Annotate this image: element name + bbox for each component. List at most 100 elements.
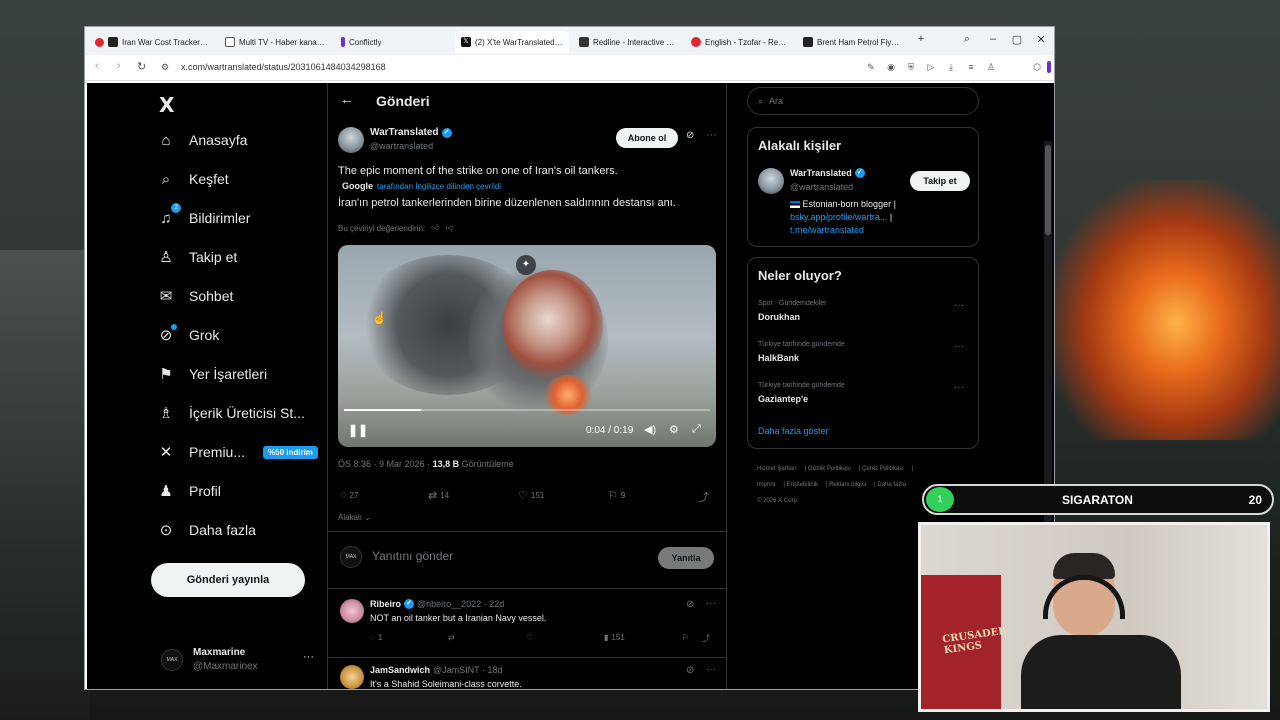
reply-action[interactable]: ◌ 27: [340, 489, 358, 501]
settings-icon[interactable]: ⚙: [669, 423, 679, 436]
reply-item[interactable]: Ribeiro ✓ @ribeiro__2022 · 22d NOT an oi…: [328, 593, 726, 655]
bookmark-action[interactable]: ⚐ 9: [608, 489, 625, 502]
bio-link-bsky[interactable]: bsky.app/profile/wartra...: [790, 212, 887, 222]
tab-3-active[interactable]: 𝕏 (2) X'te WarTranslated: "Th: [455, 31, 569, 53]
nav-chat[interactable]: ✉ Sohbet: [157, 281, 234, 311]
repost-action[interactable]: ⇄ 14: [428, 489, 449, 502]
footer-link[interactable]: Gizlilik Politikası: [808, 466, 851, 472]
back-icon[interactable]: ‹: [95, 60, 99, 72]
tab-0[interactable]: Iran War Cost Tracker — U: [89, 31, 215, 53]
tweet-avatar[interactable]: [338, 127, 364, 153]
camera-icon[interactable]: ◉: [885, 61, 897, 73]
footer-link[interactable]: Reklam bilgisi: [829, 482, 866, 488]
video-progress-bar[interactable]: [344, 409, 710, 411]
reply-more-icon[interactable]: ···: [706, 664, 716, 675]
person-avatar[interactable]: [758, 168, 784, 194]
trend-item[interactable]: Türkiye tarihinde gündemde Gaziantep'e ·…: [758, 382, 970, 418]
tweet-author-name[interactable]: WarTranslated ✓: [370, 127, 452, 138]
like-action[interactable]: ♡ 151: [518, 489, 544, 502]
reply-bookmark-action[interactable]: ⚐: [682, 633, 689, 642]
tab-search-icon[interactable]: ⌕: [959, 33, 975, 46]
shield-icon[interactable]: ⛨: [905, 61, 917, 73]
nav-more[interactable]: ⊙ Daha fazla: [157, 515, 256, 545]
download-icon[interactable]: ⤓: [945, 61, 957, 73]
tab-4[interactable]: Redline - Interactive Strate: [573, 31, 681, 53]
tab-2[interactable]: Conflictly: [335, 31, 453, 53]
post-button[interactable]: Gönderi yayınla: [151, 563, 305, 597]
extensions-icon[interactable]: ⬡: [1031, 61, 1043, 73]
reply-like-action[interactable]: ♡: [526, 633, 533, 642]
reply-item[interactable]: JamSandwich @JamSINT · 18d It's a Shahid…: [328, 659, 726, 689]
nav-bookmarks[interactable]: ⚑ Yer İşaretleri: [157, 359, 267, 389]
reply-repost-action[interactable]: ⇄: [448, 633, 455, 642]
sort-replies-dropdown[interactable]: Alakalı ⌄: [338, 513, 371, 522]
trend-item[interactable]: Türkiye tarihinde gündemde HalkBank ···: [758, 341, 970, 377]
reply-author[interactable]: JamSandwich @JamSINT · 18d: [370, 665, 503, 675]
minimize-icon[interactable]: –: [985, 33, 1001, 45]
account-switcher[interactable]: MAX Maxmarine @Maxmarinex ···: [161, 643, 321, 677]
follow-button[interactable]: Takip et: [910, 171, 970, 191]
account-more-icon[interactable]: ···: [303, 651, 314, 663]
trend-more-icon[interactable]: ···: [954, 300, 964, 311]
trend-more-icon[interactable]: ···: [954, 341, 964, 352]
url-field[interactable]: x.com/wartranslated/status/2031061484034…: [181, 62, 386, 72]
nav-explore[interactable]: ⌕ Keşfet: [157, 164, 229, 194]
tab-5[interactable]: English - Tzofar - Red Aler: [685, 31, 795, 53]
back-arrow-icon[interactable]: ←: [340, 91, 354, 107]
tweet-more-icon[interactable]: ···: [706, 129, 717, 141]
reload-icon[interactable]: ↻: [137, 60, 146, 73]
grok-sparkle-icon[interactable]: ✦: [516, 255, 536, 275]
menu-icon[interactable]: ≡: [965, 61, 977, 73]
grok-explain-icon[interactable]: ⊘: [686, 599, 694, 610]
trend-more-icon[interactable]: ···: [954, 382, 964, 393]
reply-share-action[interactable]: ⤴: [702, 633, 710, 644]
reply-views-action[interactable]: ▮ 151: [604, 633, 625, 642]
nav-grok[interactable]: ⊘ Grok: [157, 320, 219, 350]
new-tab-icon[interactable]: +: [913, 33, 929, 45]
site-info-icon[interactable]: ⚙: [161, 62, 169, 73]
tweet-timestamp[interactable]: ÖS 8:36 · 9 Mar 2026 ·: [338, 459, 430, 469]
translation-link[interactable]: tarafından İngilizce dilinden çevrildi: [377, 182, 501, 191]
reply-reply-action[interactable]: ◌ 1: [370, 633, 382, 642]
share-action[interactable]: ⤴: [698, 489, 709, 505]
nav-home[interactable]: ⌂ Anasayfa: [157, 125, 247, 155]
reply-author[interactable]: Ribeiro ✓ @ribeiro__2022 · 22d: [370, 599, 504, 609]
nav-follow[interactable]: ♙ Takip et: [157, 242, 237, 272]
search-input[interactable]: ⌕ Ara: [747, 87, 979, 115]
footer-link[interactable]: Çerez Politikası: [862, 466, 904, 472]
footer-link[interactable]: Hizmet Şartları: [757, 466, 797, 472]
person-name[interactable]: WarTranslated ✓: [790, 168, 865, 178]
show-more-link[interactable]: Daha fazla göster: [758, 426, 829, 436]
share-icon[interactable]: ✎: [865, 61, 877, 73]
footer-link[interactable]: Daha fazla: [877, 482, 906, 488]
footer-link[interactable]: Imprint: [757, 482, 775, 488]
x-logo[interactable]: X: [159, 93, 174, 117]
nav-notifications[interactable]: ♫ 2 Bildirimler: [157, 203, 250, 233]
thumbs-up-icon[interactable]: 👍︎: [431, 223, 439, 233]
reply-button[interactable]: Yanıtla: [658, 547, 714, 569]
reply-more-icon[interactable]: ···: [706, 598, 716, 609]
thumbs-down-icon[interactable]: 👎︎: [446, 223, 454, 233]
reply-author-avatar[interactable]: [340, 665, 364, 689]
grok-explain-icon[interactable]: ⊘: [686, 130, 694, 141]
account-icon[interactable]: ♙: [985, 61, 997, 73]
pause-icon[interactable]: ❚❚: [348, 423, 368, 437]
video-player[interactable]: ✦ ☝ ❚❚ 0:04 / 0:19 ◀︎) ⚙ ⤢: [338, 245, 716, 447]
tab-6[interactable]: Brent Ham Petrol Fiyatı —: [797, 31, 909, 53]
footer-link[interactable]: Erişilebilirlik: [787, 482, 818, 488]
grok-explain-icon[interactable]: ⊘: [686, 665, 694, 676]
nav-profile[interactable]: ♟ Profil: [157, 476, 221, 506]
play-icon[interactable]: ▷: [925, 61, 937, 73]
trend-item[interactable]: Spor · Gündemdekiler Dorukhan ···: [758, 300, 970, 336]
person-handle[interactable]: @wartranslated: [790, 182, 853, 192]
maximize-icon[interactable]: ▢: [1009, 33, 1025, 46]
volume-icon[interactable]: ◀︎): [644, 423, 656, 436]
tweet-author-handle[interactable]: @wartranslated: [370, 141, 433, 151]
subscribe-button[interactable]: Abone ol: [616, 128, 678, 148]
scrollbar-thumb[interactable]: [1045, 145, 1051, 235]
nav-premium[interactable]: ✕ Premiu... %50 indirim: [157, 437, 318, 467]
reply-input[interactable]: Yanıtını gönder: [372, 549, 453, 563]
tab-1[interactable]: Multi TV - Haber kanalları: [219, 31, 331, 53]
reply-author-avatar[interactable]: [340, 599, 364, 623]
nav-creator-studio[interactable]: ♗ İçerik Üreticisi St...: [157, 398, 305, 428]
